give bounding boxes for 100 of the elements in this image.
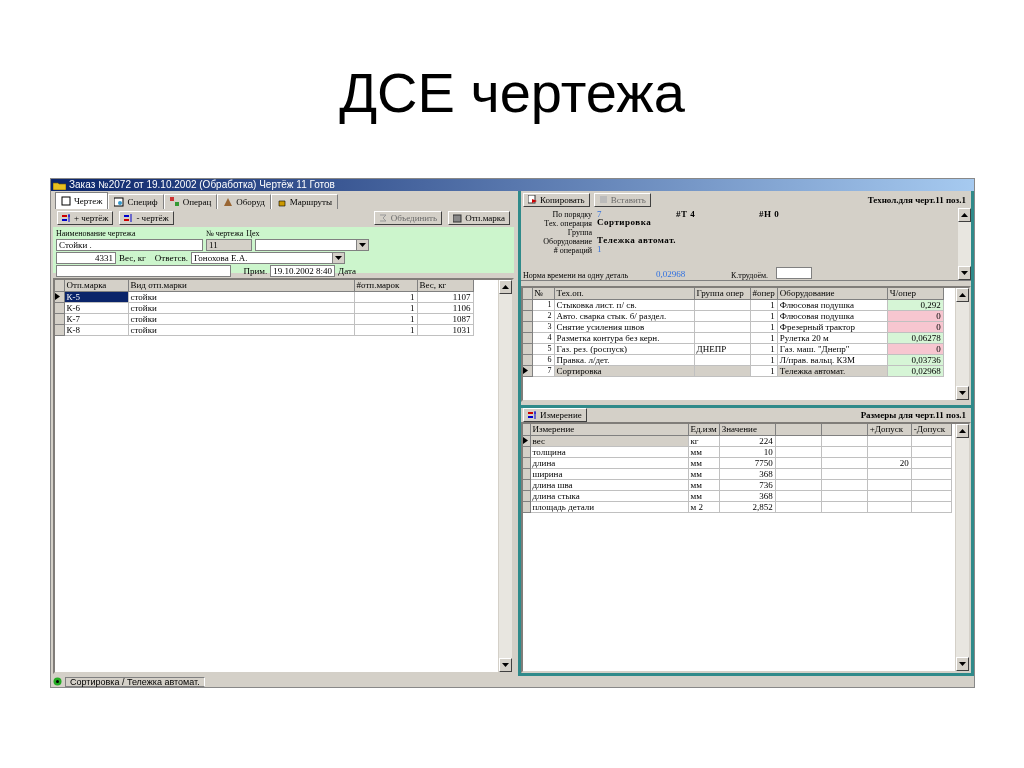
table-cell: 1 [354,313,417,324]
column-header[interactable]: #опер [750,288,778,299]
responsible-combo[interactable]: Гонохова Е.А. [190,252,345,264]
column-header[interactable]: Вид отп.марки [128,280,354,291]
field-label: Оборудование [543,237,592,247]
column-header[interactable]: Вес, кг [417,280,473,291]
table-cell: Флюсовая подушка [777,310,888,321]
field-label: К.трудоём. [731,270,768,281]
table-cell: 0 [887,321,944,332]
note-field[interactable] [56,265,231,277]
table-cell: Флюсовая подушка [777,299,888,310]
column-header[interactable]: Оборудование [777,288,888,299]
tab[interactable]: Специф [108,194,164,209]
list-icon [528,410,537,420]
scroll-down-button[interactable] [956,386,969,400]
column-header[interactable]: Тех.оп. [554,288,694,299]
tab-icon [276,197,287,207]
table-cell: Авто. сварка стык. б/ раздел. [554,310,694,321]
tab[interactable]: Оборуд [217,194,271,209]
toolbar-button[interactable]: Копировать [523,192,590,207]
table-cell: 3 [532,321,554,332]
table-cell: 6 [532,354,554,365]
scroll-down-button[interactable] [499,658,512,672]
table-cell: 368 [719,490,776,501]
down-arrow-icon [959,391,966,395]
field-label: № чертежа [206,228,244,239]
table-cell: стойки [128,291,354,302]
shop-combo[interactable] [255,239,369,251]
column-header[interactable]: +Допуск [867,424,912,435]
table-cell: 1 [750,343,778,354]
column-header[interactable]: #отп.марок [354,280,417,291]
table-cell: м 2 [688,501,720,512]
scroll-up-button[interactable] [956,424,969,438]
table-cell: 1031 [417,324,473,335]
labor-field[interactable] [776,267,812,279]
folder-icon [53,180,66,190]
row-pointer-icon [523,366,528,374]
table-cell: кг [688,435,720,446]
weight-field[interactable]: 4331 [56,252,116,264]
toolbar-button[interactable]: Отп.марка [448,211,510,225]
table-cell: площадь детали [530,501,688,512]
column-header[interactable]: Отп.марка [64,280,128,291]
table-cell: Стыковка лист. п/ св. [554,299,694,310]
tab[interactable]: Операц [163,194,218,209]
table-cell: 1107 [417,291,473,302]
panel-caption: Размеры для черт.11 поз.1 [860,410,967,420]
tab[interactable]: Чертеж [55,192,109,209]
toolbar-button[interactable]: - чертёж [119,211,174,225]
table-cell: 10 [719,446,776,457]
table-cell: 1 [750,321,778,332]
table-cell: Сортировка [554,365,694,376]
column-header[interactable]: Ч/опер [887,288,944,299]
table-cell: 1 [532,299,554,310]
scroll-up-button[interactable] [499,280,512,294]
scrollbar[interactable] [498,280,512,672]
copy-icon [528,195,537,204]
scroll-down-button[interactable] [956,657,969,671]
table-cell: Рулетка 20 м [777,332,888,343]
scrollbar[interactable] [955,424,969,671]
table-cell: ДНЕПР [694,343,750,354]
field-label: Группа [567,228,592,238]
toolbar-button[interactable]: + чертёж [57,211,114,225]
table-cell: 1 [354,291,417,302]
table-cell: мм [688,490,720,501]
field-label: #Н 0 [759,209,780,220]
scrollbar[interactable] [955,288,969,400]
column-header[interactable]: № [532,288,554,299]
down-arrow-icon [959,662,966,666]
scroll-up-button[interactable] [956,288,969,302]
box-icon [453,213,463,223]
table-cell: 0,03736 [887,354,944,365]
table-cell: 1 [354,302,417,313]
panel-caption: Технол.для черт.11 поз.1 [867,194,967,205]
scroll-up-button[interactable] [958,208,971,222]
table-cell: мм [688,468,720,479]
up-arrow-icon [959,293,966,297]
column-header[interactable]: Измерение [530,424,688,435]
table-cell: 1106 [417,302,473,313]
column-header[interactable]: Значение [719,424,776,435]
column-header[interactable]: Ед.изм [688,424,720,435]
scrollbar[interactable] [957,208,971,280]
table-cell: 0,02968 [887,365,944,376]
up-arrow-icon [502,285,509,289]
table-cell: Газ. маш. "Днепр" [777,343,888,354]
scroll-down-button[interactable] [958,266,971,280]
column-header[interactable]: -Допуск [911,424,952,435]
down-arrow-icon [502,663,509,667]
table-cell: 1 [750,310,778,321]
measure-button[interactable]: Измерение [523,408,587,422]
number-field[interactable]: 11 [206,239,252,251]
tab[interactable]: Маршруты [270,194,339,209]
field-label: #Т 4 [676,209,696,220]
column-header[interactable]: Группа опер [694,288,750,299]
name-field[interactable]: Стойки . [56,239,203,251]
date-field[interactable]: 19.10.2002 8:40 [270,265,336,277]
table-cell: вес [530,435,688,446]
table-cell: 5 [532,343,554,354]
table-cell: Л/прав. вальц. КЗМ [777,354,888,365]
table-cell: длина стыка [530,490,688,501]
field-label: Наименование чертежа [56,228,137,239]
